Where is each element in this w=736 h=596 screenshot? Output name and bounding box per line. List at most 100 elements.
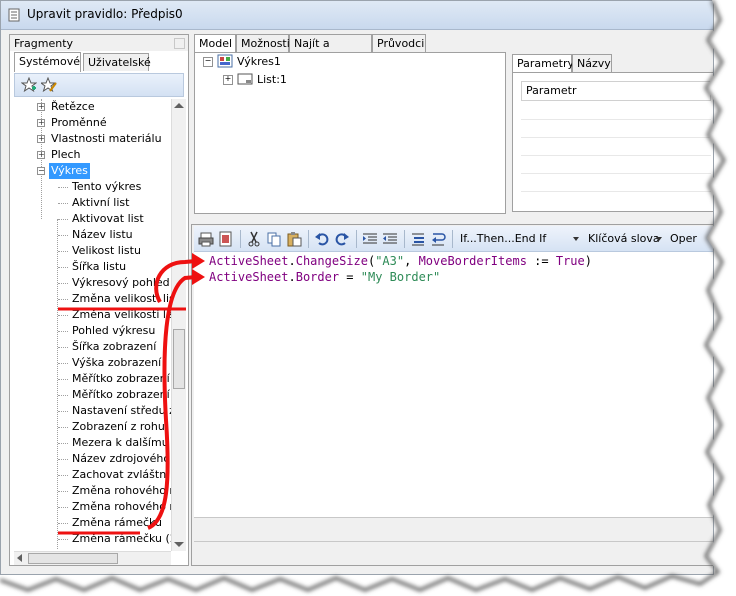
editor-toolbar: If...Then...End If Klíčová slova Oper xyxy=(194,226,713,252)
model-tree-pane: − Výkres1 + List:1 xyxy=(194,52,506,214)
code-editor[interactable]: ActiveSheet.ChangeSize("A3", MoveBorderI… xyxy=(194,252,713,517)
print-preview-icon[interactable] xyxy=(218,231,234,247)
tree-connector xyxy=(58,267,68,268)
tab-parameters[interactable]: Parametry xyxy=(512,54,574,72)
tree-item-label: Název listu xyxy=(72,228,133,241)
editor-status-area xyxy=(194,541,713,565)
keywords-button[interactable]: Klíčová slova xyxy=(588,232,660,245)
tree-item-label: Zobrazení z rohu xyxy=(72,420,165,433)
tree-connector xyxy=(58,331,68,332)
cut-icon[interactable] xyxy=(246,231,262,247)
model-root-expander[interactable]: − xyxy=(203,57,213,67)
tree-connector xyxy=(58,235,68,236)
tree-connector xyxy=(58,283,68,284)
editor-horizontal-scrollbar[interactable] xyxy=(194,517,713,539)
tree-item-label: Název zdrojového so xyxy=(72,452,171,465)
fragments-header: Fragmenty xyxy=(10,35,188,51)
tree-item-label: Tento výkres xyxy=(72,180,142,193)
tree-connector xyxy=(58,203,68,204)
tab-wizards[interactable]: Průvodci xyxy=(372,34,426,52)
operators-button[interactable]: Oper xyxy=(670,232,697,245)
sheet-label[interactable]: List:1 xyxy=(257,73,287,86)
tree-item-label: Šířka listu xyxy=(72,260,127,273)
tree-connector xyxy=(58,187,68,188)
uncomment-icon[interactable] xyxy=(430,231,446,247)
tree-item-label: Mezera k dalšímu poh xyxy=(72,436,171,449)
tree-item-label: Aktivovat list xyxy=(72,212,144,225)
tree-connector xyxy=(58,523,68,524)
scroll-thumb[interactable] xyxy=(173,329,185,389)
tree-item-label: Změna rámečku xyxy=(72,516,163,529)
tree-item-label: Šířka zobrazení xyxy=(72,340,157,353)
tab-options[interactable]: Možnosti xyxy=(236,34,290,52)
column-header-parameter[interactable]: Parametr xyxy=(521,81,711,101)
tree-connector xyxy=(58,411,68,412)
undo-icon[interactable] xyxy=(314,231,330,247)
tab-names[interactable]: Názvy xyxy=(572,54,612,72)
fragments-toolbar xyxy=(14,73,184,97)
tab-find-replace[interactable]: Najít a nahradit xyxy=(289,34,372,68)
tab-system[interactable]: Systémové xyxy=(14,52,81,72)
tree-connector xyxy=(58,379,68,380)
rule-editor-window: Upravit pravidlo: Předpis0 Fragmenty Sys… xyxy=(0,0,714,575)
comment-icon[interactable] xyxy=(410,231,426,247)
tab-model[interactable]: Model xyxy=(194,34,236,52)
edit-fragment-icon[interactable] xyxy=(41,77,57,93)
horizontal-splitter[interactable] xyxy=(191,216,713,224)
redo-icon[interactable] xyxy=(334,231,350,247)
add-fragment-icon[interactable] xyxy=(21,77,37,93)
tree-connector xyxy=(58,459,68,460)
scroll-up-icon[interactable] xyxy=(174,103,184,108)
parameters-pane: Parametry Názvy Parametr xyxy=(509,52,713,214)
paste-icon[interactable] xyxy=(286,231,302,247)
tree-item-label: Měřítko zobrazení (ře xyxy=(72,388,171,401)
tree-item-label: Výška zobrazení xyxy=(72,356,162,369)
scroll-down-icon[interactable] xyxy=(174,542,184,547)
tree-connector xyxy=(58,219,68,220)
tree-item-label: Velikost listu xyxy=(72,244,141,257)
tree-connector xyxy=(58,443,68,444)
sheet-icon xyxy=(237,73,253,85)
sheet-expander[interactable]: + xyxy=(223,75,233,85)
tree-connector xyxy=(58,507,68,508)
tree-connector xyxy=(58,251,68,252)
tree-item-label: Aktivní list xyxy=(72,196,130,209)
fragments-title: Fragmenty xyxy=(14,37,74,50)
code-line-1[interactable]: ActiveSheet.ChangeSize("A3", MoveBorderI… xyxy=(209,253,592,269)
title-bar: Upravit pravidlo: Předpis0 xyxy=(1,1,713,30)
tree-item-label: Měřítko zobrazení xyxy=(72,372,170,385)
keywords-dropdown-icon[interactable] xyxy=(656,237,662,241)
tree-connector xyxy=(58,475,68,476)
indent-icon[interactable] xyxy=(362,231,378,247)
tree-item-label: Změna rohového raz xyxy=(72,500,171,513)
window-title: Upravit pravidlo: Předpis0 xyxy=(27,7,183,21)
tree-connector xyxy=(58,539,68,540)
if-then-button[interactable]: If...Then...End If xyxy=(460,232,546,245)
model-root-label[interactable]: Výkres1 xyxy=(237,55,281,68)
tree-connector xyxy=(58,315,68,316)
tree-item-label: Nastavení středu zob xyxy=(72,404,171,417)
drawing-icon xyxy=(217,54,233,68)
copy-icon[interactable] xyxy=(266,231,282,247)
tree-item-label: Pohled výkresu xyxy=(72,324,156,337)
if-then-dropdown-icon[interactable] xyxy=(573,237,579,241)
tree-item-label: Změna velikosti listu xyxy=(72,308,171,321)
tree-connector xyxy=(58,427,68,428)
scroll-left-icon[interactable] xyxy=(17,554,22,562)
tree-item-label: Výkresový pohled xyxy=(72,276,170,289)
tree-item-label: Zachovat zvláštní zd xyxy=(72,468,171,481)
code-line-2[interactable]: ActiveSheet.Border = "My Border" xyxy=(209,269,440,285)
pane-pin-button[interactable] xyxy=(174,38,185,49)
print-icon[interactable] xyxy=(198,231,214,247)
hscroll-thumb[interactable] xyxy=(28,553,118,564)
tree-connector xyxy=(58,299,68,300)
outdent-icon[interactable] xyxy=(382,231,398,247)
tree-connector xyxy=(58,363,68,364)
parameters-grid: Parametr xyxy=(512,72,713,212)
tree-item-label: Změna rohového raz xyxy=(72,484,171,497)
tree-connector xyxy=(58,491,68,492)
fragments-horizontal-scrollbar[interactable] xyxy=(14,551,171,565)
tab-user[interactable]: Uživatelské xyxy=(83,53,151,71)
fragments-pane: Fragmenty Systémové Uživatelské + Řetězc… xyxy=(9,34,189,566)
fragments-vertical-scrollbar[interactable] xyxy=(171,99,186,551)
